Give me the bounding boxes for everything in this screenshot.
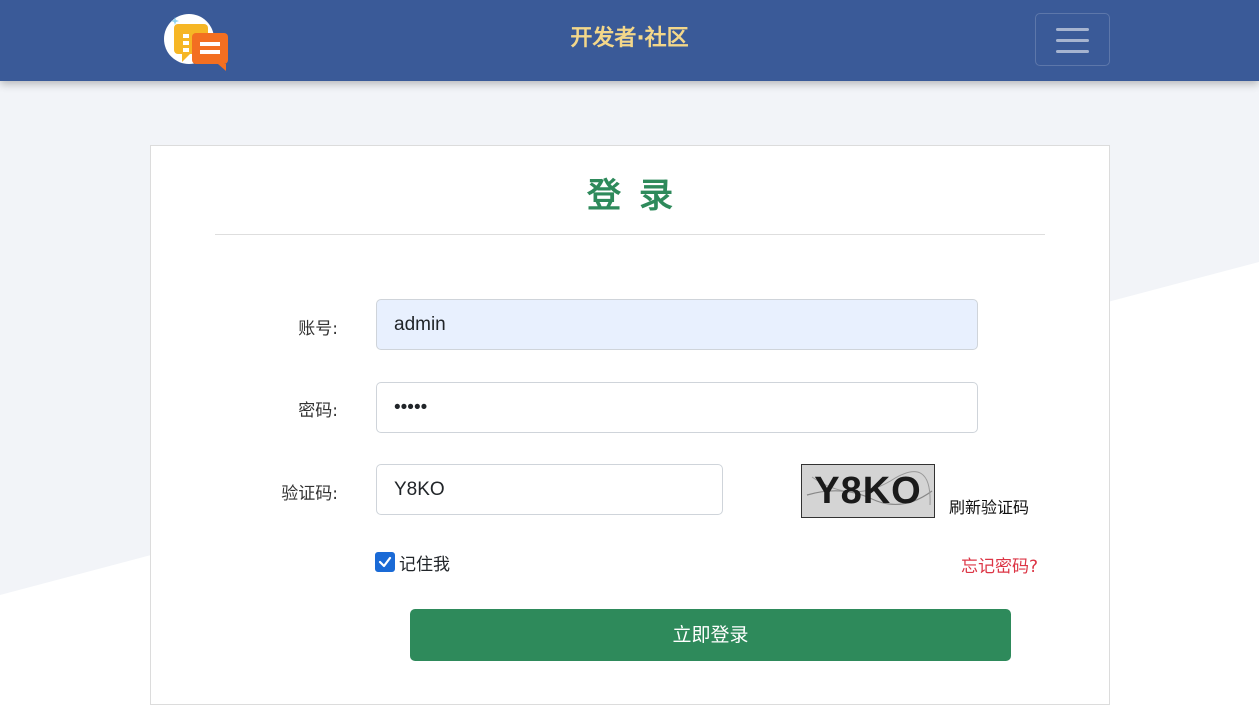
hamburger-bar <box>1056 39 1089 42</box>
captcha-label: 验证码: <box>281 484 338 504</box>
remember-me[interactable]: 记住我 <box>375 550 450 575</box>
password-label: 密码: <box>298 401 338 421</box>
title-divider <box>215 234 1045 235</box>
hamburger-bar <box>1056 50 1089 53</box>
captcha-input[interactable] <box>376 464 723 515</box>
account-label: 账号: <box>298 319 338 339</box>
login-submit-button[interactable]: 立即登录 <box>410 609 1011 661</box>
account-input[interactable] <box>376 299 978 350</box>
forgot-password-link[interactable]: 忘记密码? <box>961 552 1038 577</box>
captcha-image[interactable]: Y8KO <box>801 464 935 518</box>
password-input[interactable] <box>376 382 978 433</box>
login-title: 登录 <box>587 176 691 216</box>
refresh-captcha-link[interactable]: 刷新验证码 <box>949 494 1029 518</box>
menu-toggle-button[interactable] <box>1035 13 1110 66</box>
top-navbar: 开发者·社区 <box>0 0 1259 81</box>
hamburger-menu-icon <box>1056 28 1089 31</box>
remember-me-label: 记住我 <box>399 554 450 575</box>
checkmark-icon <box>378 556 392 568</box>
login-card: 登录 账号: 密码: 验证码: Y8KO 刷新验证码 记住我 忘记密码? 立即登… <box>150 145 1110 705</box>
remember-me-checkbox[interactable] <box>375 552 395 572</box>
captcha-text: Y8KO <box>814 470 922 512</box>
